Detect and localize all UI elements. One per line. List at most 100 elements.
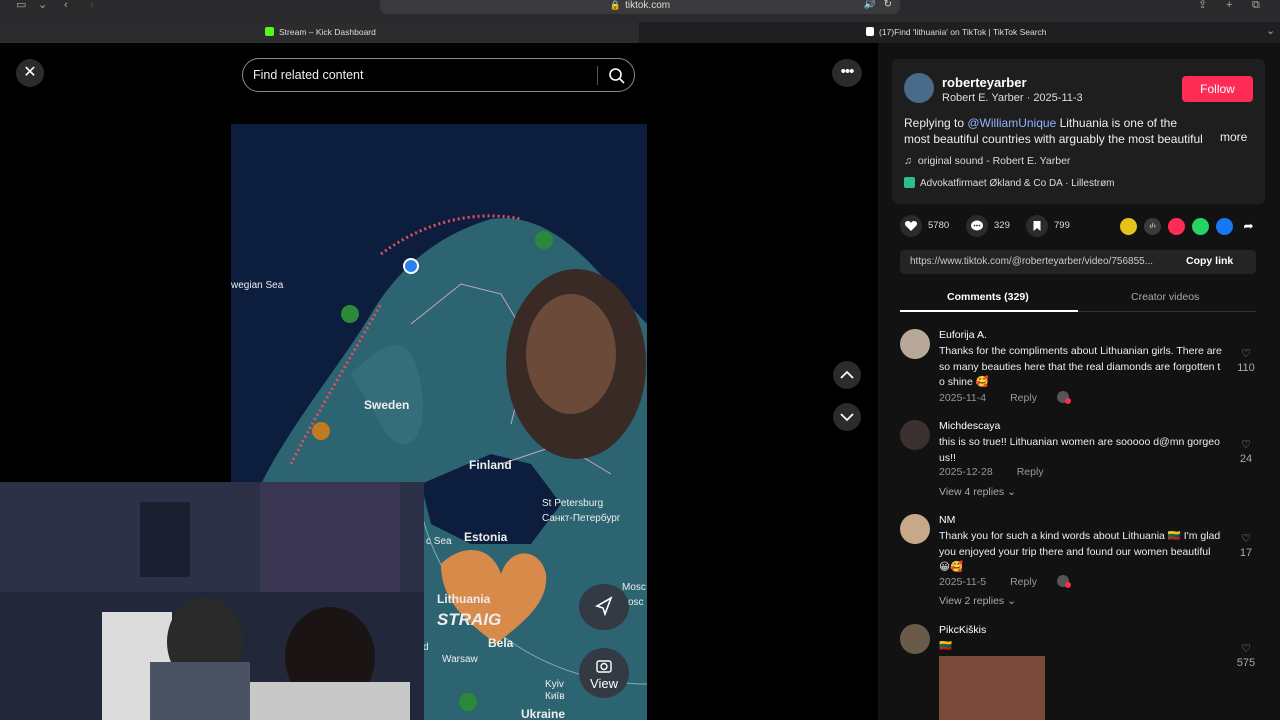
comment-like-button[interactable]: ♡ 575 xyxy=(1236,642,1256,669)
heart-outline-icon: ♡ xyxy=(1241,533,1251,545)
commenter-name[interactable]: Michdescaya xyxy=(939,420,1000,432)
chevron-down-icon[interactable]: ⌄ xyxy=(38,0,47,11)
details-panel: roberteyarber Robert E. Yarber · 2025-11… xyxy=(878,43,1280,720)
comment-like-button[interactable]: ♡ 24 xyxy=(1236,438,1256,465)
comment-like-count: 24 xyxy=(1239,453,1253,465)
tab-chevron-icon[interactable]: ⌄ xyxy=(1266,26,1275,37)
location-link[interactable]: Advokatfirmaet Økland & Co DA · Lillestr… xyxy=(904,177,1115,189)
commenter-avatar[interactable] xyxy=(900,514,930,544)
tab-title: (17)Find 'lithuania' on TikTok | TikTok … xyxy=(879,27,1047,37)
sidebar-icon[interactable]: ▭ xyxy=(16,0,26,11)
map-label-belarus: Bela xyxy=(488,636,514,650)
map-view-button[interactable]: View xyxy=(579,648,629,698)
save-button[interactable] xyxy=(1026,215,1048,237)
commenter-avatar[interactable] xyxy=(900,420,930,450)
map-navigate-button[interactable] xyxy=(579,584,629,630)
commenter-avatar[interactable] xyxy=(900,624,930,654)
post-date: 2025-11-3 xyxy=(1033,92,1083,104)
comment-like-count: 110 xyxy=(1237,362,1255,374)
commenter-name[interactable]: PikcKiškis xyxy=(939,624,986,636)
share-icon[interactable]: ⇪ xyxy=(1198,0,1207,11)
comment-item: Euforija A. Thanks for the compliments a… xyxy=(900,329,1260,409)
heart-outline-icon: ♡ xyxy=(1241,643,1251,655)
comment-button[interactable] xyxy=(966,215,988,237)
reply-button[interactable]: Reply xyxy=(1010,576,1037,588)
embed-icon[interactable]: ‹/› xyxy=(1144,218,1161,235)
facebook-icon[interactable] xyxy=(1216,218,1233,235)
reply-button[interactable]: Reply xyxy=(1017,466,1044,478)
tab-overview-icon[interactable]: ⧉ xyxy=(1252,0,1260,11)
share-arrow-icon[interactable]: ➦ xyxy=(1240,218,1257,235)
repost-icon[interactable] xyxy=(1120,218,1137,235)
send-to-friends-icon[interactable] xyxy=(1168,218,1185,235)
search-icon[interactable] xyxy=(607,66,627,86)
more-link[interactable]: more xyxy=(1220,130,1247,144)
comment-meta: 2025-11-5 Reply xyxy=(939,575,1071,588)
map-label-moscow-ru: osc xyxy=(628,597,644,608)
tab-kick-dashboard[interactable]: Stream – Kick Dashboard xyxy=(0,22,639,43)
search-divider xyxy=(597,66,598,85)
comment-item: PikcKiškis 🇱🇹 ♡ 575 xyxy=(900,624,1260,720)
map-label-estonia: Estonia xyxy=(464,530,508,544)
audio-icon[interactable]: 🔊 xyxy=(864,0,876,10)
next-video-button[interactable] xyxy=(833,403,861,431)
comment-like-button[interactable]: ♡ 17 xyxy=(1236,532,1256,559)
video-url[interactable]: https://www.tiktok.com/@roberteyarber/vi… xyxy=(910,256,1172,267)
creator-liked-icon xyxy=(1056,391,1071,404)
tab-comments[interactable]: Comments (329) xyxy=(947,291,1029,303)
author-avatar[interactable] xyxy=(904,73,934,103)
active-tab-indicator xyxy=(900,310,1078,312)
tab-bar: Stream – Kick Dashboard (17)Find 'lithua… xyxy=(0,22,1280,43)
comment-text: Thanks for the compliments about Lithuan… xyxy=(939,345,1222,388)
new-tab-icon[interactable]: + xyxy=(1226,0,1232,11)
comment-text: 🇱🇹 xyxy=(939,640,953,652)
more-options-button[interactable]: ••• xyxy=(832,59,862,87)
map-label-finland: Finland xyxy=(469,458,512,472)
whatsapp-icon[interactable] xyxy=(1192,218,1209,235)
view-replies-button[interactable]: View 2 replies ⌄ xyxy=(939,595,1016,607)
bookmark-icon xyxy=(1033,221,1041,231)
tab-creator-videos[interactable]: Creator videos xyxy=(1131,291,1199,303)
comment-like-button[interactable]: ♡ 110 xyxy=(1236,347,1256,374)
webcam-image xyxy=(0,482,424,720)
tab-tiktok-search[interactable]: (17)Find 'lithuania' on TikTok | TikTok … xyxy=(866,22,1256,43)
comment-like-count: 575 xyxy=(1236,657,1256,669)
post-description: Replying to @WilliamUnique Lithuania is … xyxy=(904,116,1204,147)
search-input[interactable] xyxy=(253,65,583,85)
map-label-baltic-sea: c Sea xyxy=(426,536,452,547)
music-note-icon: ♫ xyxy=(904,155,912,167)
comment-icon xyxy=(971,220,983,231)
author-username[interactable]: roberteyarber xyxy=(942,75,1027,90)
back-icon[interactable]: ‹ xyxy=(64,0,68,11)
like-button[interactable] xyxy=(900,215,922,237)
comment-like-count: 17 xyxy=(1239,547,1253,559)
previous-video-button[interactable] xyxy=(833,361,861,389)
reload-icon[interactable]: ↻ xyxy=(884,0,892,10)
commenter-avatar[interactable] xyxy=(900,329,930,359)
desc-prefix: Replying to xyxy=(904,116,968,130)
comment-text: this is so true!! Lithuanian women are s… xyxy=(939,436,1220,464)
address-bar[interactable]: 🔒 tiktok.com 🔊 ↻ xyxy=(380,0,900,14)
sound-link[interactable]: ♫ original sound - Robert E. Yarber xyxy=(904,155,1070,167)
share-link-row: https://www.tiktok.com/@roberteyarber/vi… xyxy=(900,250,1256,274)
forward-icon[interactable]: › xyxy=(90,0,94,11)
streamer-webcam xyxy=(0,482,424,720)
like-count: 5780 xyxy=(928,220,950,231)
mention-link[interactable]: @WilliamUnique xyxy=(967,116,1056,130)
comment-date: 2025-11-4 xyxy=(939,392,987,404)
copy-link-button[interactable]: Copy link xyxy=(1186,255,1233,267)
follow-button[interactable]: Follow xyxy=(1182,76,1253,102)
close-button[interactable]: ✕ xyxy=(16,59,44,87)
related-search xyxy=(242,58,635,92)
map-label-ukraine: Ukraine xyxy=(521,707,566,720)
view-replies-button[interactable]: View 4 replies ⌄ xyxy=(939,486,1016,498)
map-label-sweden: Sweden xyxy=(364,398,410,412)
map-label-kyiv-ua: Київ xyxy=(545,691,565,702)
post-info-card: roberteyarber Robert E. Yarber · 2025-11… xyxy=(892,59,1265,204)
reply-button[interactable]: Reply xyxy=(1010,392,1037,404)
overlay-text: STRAIG xyxy=(437,610,502,629)
commenter-name[interactable]: NM xyxy=(939,514,955,526)
creator-liked-icon xyxy=(1056,575,1071,588)
commenter-name[interactable]: Euforija A. xyxy=(939,329,987,341)
comment-photo[interactable] xyxy=(939,656,1045,720)
